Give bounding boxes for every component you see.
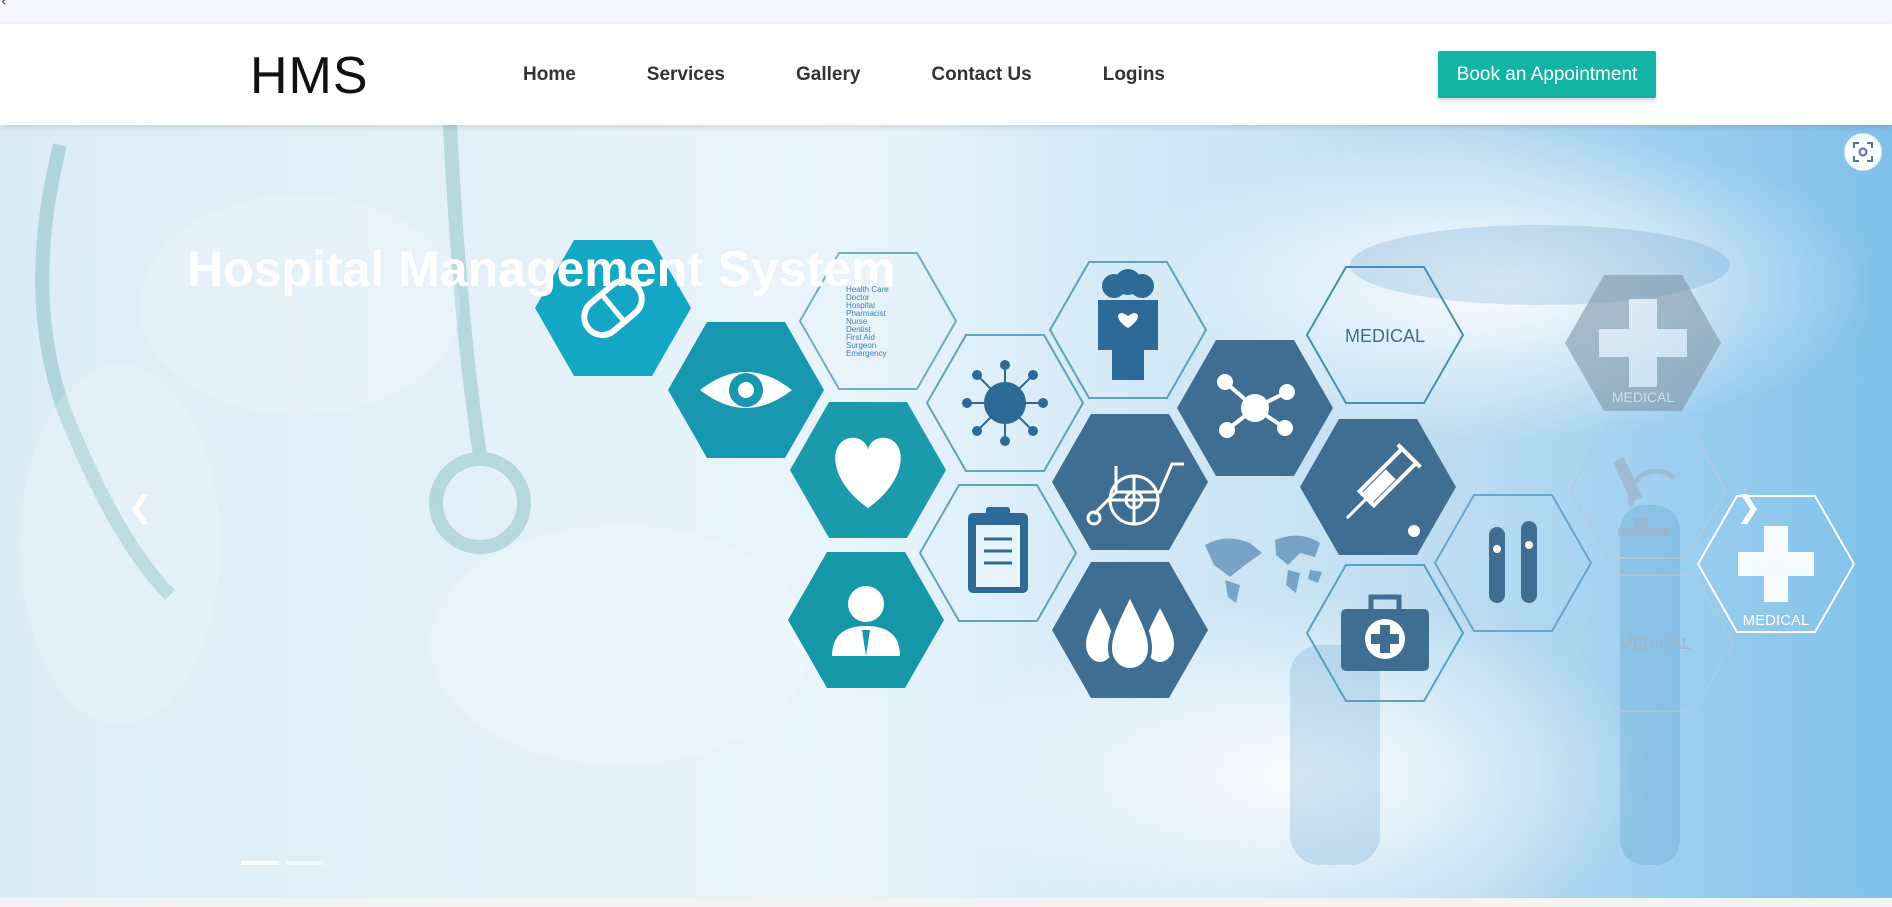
virus-hexagon bbox=[926, 334, 1084, 472]
virus-icon bbox=[962, 360, 1048, 446]
navbar: HMS Home Services Gallery Contact Us Log… bbox=[0, 24, 1892, 125]
test-tubes-hexagon bbox=[1434, 494, 1592, 632]
drops-hexagon bbox=[1052, 562, 1208, 698]
clipboard-icon bbox=[968, 507, 1028, 593]
doctor-hexagon bbox=[1049, 261, 1207, 399]
nav-contact-us[interactable]: Contact Us bbox=[931, 64, 1031, 86]
nav-logins[interactable]: Logins bbox=[1103, 64, 1165, 86]
hero-title: Hospital Management System bbox=[187, 241, 896, 297]
first-aid-kit-icon bbox=[1341, 594, 1429, 671]
carousel-indicators bbox=[241, 861, 324, 865]
wheelchair-hexagon bbox=[1052, 414, 1208, 550]
molecule-hexagon bbox=[1177, 340, 1333, 476]
main-nav: Home Services Gallery Contact Us Logins bbox=[523, 64, 1236, 86]
medical-label-3: MEDICAL bbox=[1619, 636, 1690, 653]
medical-label-1: MEDICAL bbox=[1345, 326, 1425, 346]
syringe-hexagon bbox=[1300, 419, 1456, 555]
screenshot-icon bbox=[1853, 142, 1873, 162]
heart-hexagon bbox=[790, 402, 946, 538]
list-line-9: Emergency bbox=[846, 349, 886, 358]
eye-hexagon bbox=[668, 322, 824, 458]
carousel-indicator-2[interactable] bbox=[286, 861, 324, 865]
caret-icon: ‹ bbox=[1, 0, 7, 10]
page-bottom-strip bbox=[0, 898, 1892, 907]
hero-carousel: Health Care Doctor Hospital Pharmacist N… bbox=[0, 125, 1892, 898]
nav-home[interactable]: Home bbox=[523, 64, 576, 86]
carousel-prev-chevron-left-icon[interactable]: ❮ bbox=[128, 490, 153, 525]
browser-top-strip: ‹ bbox=[0, 0, 1892, 24]
book-appointment-button[interactable]: Book an Appointment bbox=[1438, 51, 1656, 98]
user-hexagon bbox=[788, 552, 944, 688]
medical-label-4: MEDICAL bbox=[1743, 612, 1810, 629]
carousel-next-chevron-right-icon[interactable]: ❯ bbox=[1736, 490, 1761, 525]
clipboard-hexagon bbox=[919, 484, 1077, 622]
test-tubes-icon bbox=[1489, 521, 1537, 603]
world-map-icon bbox=[1205, 535, 1322, 603]
cross-icon bbox=[1738, 526, 1814, 602]
doctor-icon bbox=[1098, 269, 1158, 380]
nav-services[interactable]: Services bbox=[647, 64, 725, 86]
logo[interactable]: HMS bbox=[250, 50, 369, 102]
drop-icon bbox=[1408, 525, 1420, 537]
carousel-indicator-1[interactable] bbox=[241, 861, 279, 865]
nav-gallery[interactable]: Gallery bbox=[796, 64, 860, 86]
screenshot-button[interactable] bbox=[1844, 133, 1882, 171]
medical-label-2: MEDICAL bbox=[1612, 389, 1674, 405]
